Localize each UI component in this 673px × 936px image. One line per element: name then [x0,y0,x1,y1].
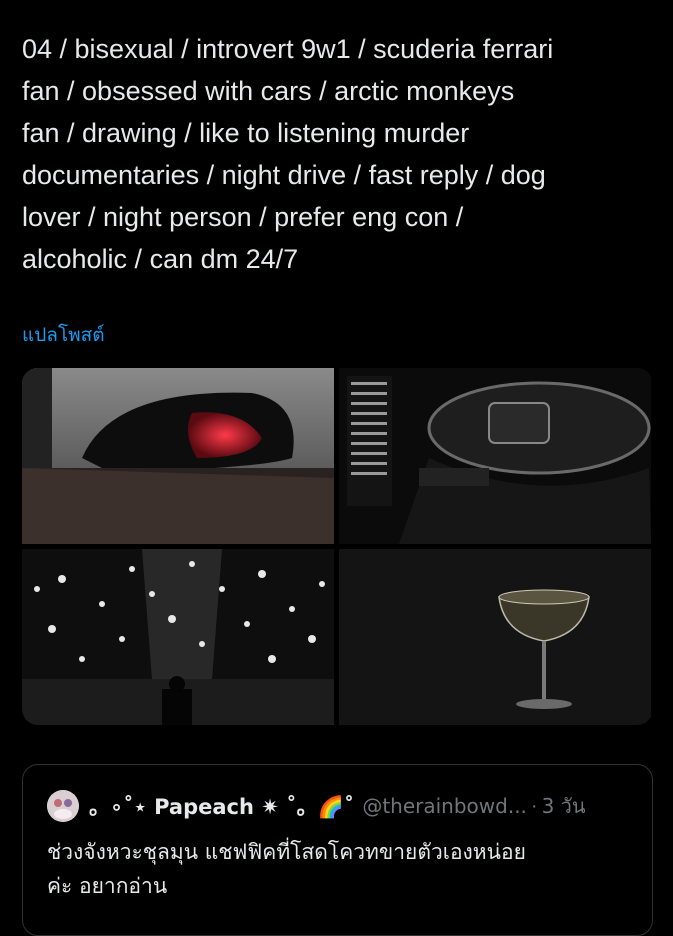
avatar[interactable] [47,790,79,822]
concert-stage-photo[interactable] [22,549,334,725]
cocktail-glass-photo[interactable] [339,549,651,725]
quoted-tweet[interactable]: 。∘˚⋆ Papeach ✷ ˚。🌈˚ @therainbowd... · 3 … [22,764,653,936]
translate-post-link[interactable]: แปลโพสต์ [22,320,105,350]
quote-header: 。∘˚⋆ Papeach ✷ ˚。🌈˚ @therainbowd... · 3 … [47,790,586,822]
media-grid [22,368,653,725]
quote-text: ช่วงจังหวะชุลมุน แชฟฟิคที่โสดโควทขายตัวเ… [47,840,526,898]
quote-timestamp[interactable]: 3 วัน [542,790,586,822]
car-side-mirror-photo[interactable] [22,368,334,544]
quote-display-name[interactable]: 。∘˚⋆ Papeach ✷ ˚。🌈˚ [89,791,354,821]
separator-dot: · [530,794,538,817]
f1-steering-wheel-photo[interactable] [339,368,651,544]
quote-handle[interactable]: @therainbowd... [362,794,527,818]
post-text: 04 / bisexual / introvert 9w1 / scuderia… [22,34,554,274]
